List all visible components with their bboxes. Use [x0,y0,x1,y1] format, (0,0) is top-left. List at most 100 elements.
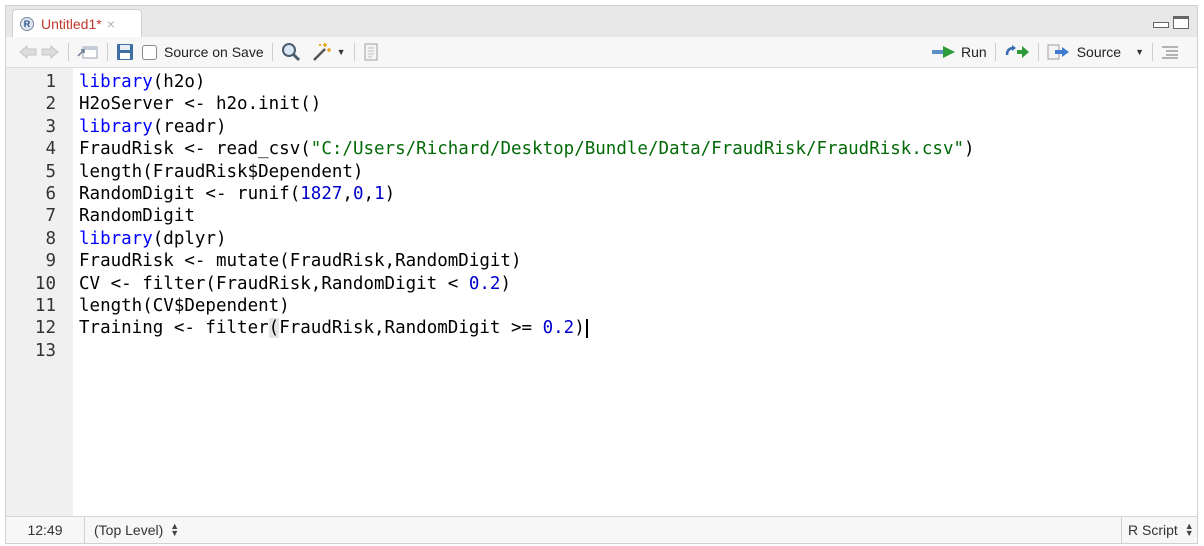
line-number: 5 [45,161,56,182]
code-line[interactable]: 12 Training <- filter(FraudRisk,RandomDi… [6,317,1197,339]
code-line[interactable]: 4 FraudRisk <- read_csv("C:/Users/Richar… [6,138,1197,160]
up-down-chevron-icon: ▲ ▼ [1184,521,1194,538]
toolbar-divider [1152,43,1153,61]
code-line-text: CV <- filter(FraudRisk,RandomDigit < 0.2… [79,273,511,295]
line-number: 7 [45,206,56,227]
source-on-save-label: Source on Save [164,44,264,60]
scope-selector[interactable]: (Top Level) ▲ ▼ [94,521,180,539]
line-number: 4 [45,139,56,160]
status-bar: 12:49 (Top Level) ▲ ▼ R Script ▲ ▼ [6,516,1197,543]
scope-label: (Top Level) [94,522,164,538]
code-line[interactable]: 8 library(dplyr) [6,228,1197,250]
code-line[interactable]: 11 length(CV$Dependent) [6,295,1197,317]
source-options-chevron-down-icon[interactable]: ▼ [1135,47,1144,57]
search-icon[interactable] [281,42,301,62]
source-on-save-toggle[interactable]: Source on Save [142,41,264,63]
toolbar-divider [353,43,355,61]
code-line-text: H2oServer <- h2o.init() [79,94,322,115]
line-number: 12 [34,318,56,339]
run-arrow-icon [932,46,956,58]
source-label: Source [1076,44,1122,60]
code-line-text: library(readr) [79,116,227,138]
code-line-text: FraudRisk <- mutate(FraudRisk,RandomDigi… [79,251,522,272]
cursor-position: 12:49 [6,517,85,543]
tab-bar: R Untitled1* × [6,6,1197,38]
close-tab-icon[interactable]: × [107,16,115,32]
run-button[interactable]: Run [931,41,987,63]
code-line-text: RandomDigit <- runif(1827,0,1) [79,183,395,205]
code-line[interactable]: 7 RandomDigit [6,205,1197,227]
source-on-save-checkbox[interactable] [142,44,157,60]
code-line[interactable]: 9 FraudRisk <- mutate(FraudRisk,RandomDi… [6,250,1197,272]
code-token: FraudRisk <- read_csv( [79,139,311,160]
code-line[interactable]: 6 RandomDigit <- runif(1827,0,1) [6,183,1197,205]
code-token: (readr) [152,116,227,137]
code-token: ) [574,318,585,339]
code-line[interactable]: 10 CV <- filter(FraudRisk,RandomDigit < … [6,273,1197,295]
show-in-window-icon[interactable] [77,44,99,60]
code-line-text: length(FraudRisk$Dependent) [79,161,364,182]
code-token: (h2o) [152,72,206,92]
forward-arrow-icon[interactable] [40,44,60,60]
code-token: FraudRisk,RandomDigit >= [279,318,543,339]
matched-bracket: ( [268,318,280,339]
code-line-text: length(CV$Dependent) [79,295,290,316]
minimize-pane-button[interactable] [1153,16,1169,29]
code-token: , [342,183,353,204]
code-editor[interactable]: 1 library(h2o) 2 H2oServer <- h2o.init()… [6,68,1197,518]
code-line[interactable]: 2 H2oServer <- h2o.init() [6,93,1197,115]
source-arrow-icon [1047,44,1069,60]
file-type-label: R Script [1128,522,1178,538]
code-line[interactable]: 3 library(readr) [6,116,1197,138]
rerun-icon[interactable] [1004,45,1030,59]
code-tools-menu[interactable]: ▼ [311,41,346,63]
string-token: "C:/Users/Richard/Desktop/Bundle/Data/Fr… [310,139,965,160]
tab-title: Untitled1* [41,15,102,32]
line-number: 11 [34,295,56,316]
source-button[interactable]: Source [1047,41,1121,63]
line-number: 2 [45,94,56,115]
save-icon[interactable] [116,43,134,61]
number-token: 0 [352,183,364,204]
code-line-text: library(dplyr) [79,228,227,250]
tab-untitled1[interactable]: R Untitled1* × [12,9,142,37]
toolbar-divider [68,43,69,61]
file-type-selector[interactable]: R Script ▲ ▼ [1121,517,1197,543]
code-line-text: Training <- filter(FraudRisk,RandomDigit… [79,317,588,339]
compile-report-icon[interactable] [363,43,379,61]
code-token: (dplyr) [152,228,227,249]
number-token: 0.2 [468,273,501,294]
pane-window-controls [1153,16,1189,29]
keyword-token: library [79,228,153,249]
source-editor-pane: R Untitled1* × Source on Save ▼ Run Sour… [5,5,1198,544]
back-arrow-icon[interactable] [18,44,38,60]
r-file-icon: R [20,16,34,31]
toolbar-divider [107,43,108,61]
text-cursor [585,318,588,338]
code-line[interactable]: 1 library(h2o) [6,71,1197,93]
line-number: 3 [45,116,56,137]
line-number: 10 [34,273,56,294]
editor-toolbar: Source on Save ▼ Run Source ▼ [6,37,1197,68]
line-number: 8 [45,228,56,249]
code-line[interactable]: 5 length(FraudRisk$Dependent) [6,161,1197,183]
toolbar-divider [994,43,996,61]
document-outline-icon[interactable] [1161,45,1179,59]
code-token: Training <- filter [79,318,269,339]
maximize-pane-button[interactable] [1173,16,1189,29]
toolbar-divider [1037,43,1039,61]
code-line-text: library(h2o) [79,71,205,93]
code-token: ) [384,183,396,204]
line-number: 13 [34,340,56,361]
number-token: 0.2 [542,318,575,339]
code-token: , [363,183,375,204]
code-token: ) [500,273,511,294]
line-number: 9 [45,251,56,272]
code-line-text: RandomDigit [79,206,195,227]
code-line-text: FraudRisk <- read_csv("C:/Users/Richard/… [79,138,975,160]
up-down-chevron-icon: ▲ ▼ [170,521,180,538]
magic-wand-icon [312,43,331,61]
run-label: Run [961,44,987,60]
code-lines: 1 library(h2o) 2 H2oServer <- h2o.init()… [6,71,1197,362]
code-line[interactable]: 13 [6,340,1197,362]
